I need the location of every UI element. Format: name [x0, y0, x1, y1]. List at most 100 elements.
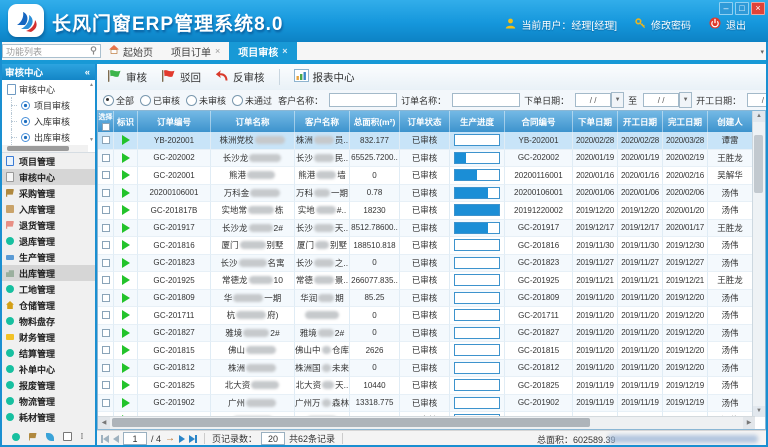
- minimize-button[interactable]: –: [719, 2, 733, 15]
- table-row[interactable]: GC-201711杭府)0已审核GC-2017112019/11/202019/…: [98, 307, 753, 325]
- tree-root-node[interactable]: 审核中心: [0, 80, 95, 97]
- logout-link[interactable]: 退出: [726, 17, 746, 32]
- table-row[interactable]: GC-201827雅境2#雅境2#0已审核GC-2018272019/11/20…: [98, 325, 753, 343]
- row-checkbox[interactable]: [102, 329, 110, 337]
- table-row[interactable]: GC-201817B实地常栋实地#..18230已审核2019122000220…: [98, 202, 753, 220]
- book-icon[interactable]: [63, 432, 72, 441]
- order-date-to-dropdown-icon[interactable]: ▼: [679, 92, 692, 108]
- column-header-选择[interactable]: 选择: [98, 111, 114, 132]
- tree-scroll-down-icon[interactable]: ▼: [89, 137, 94, 143]
- row-checkbox[interactable]: [102, 171, 110, 179]
- row-checkbox[interactable]: [102, 224, 110, 232]
- order-name-input[interactable]: [452, 93, 520, 107]
- row-checkbox[interactable]: [102, 399, 110, 407]
- column-header-完工日期[interactable]: 完工日期: [663, 111, 708, 132]
- sidebar-item-耗材管理[interactable]: 耗材管理: [0, 409, 95, 425]
- table-row[interactable]: GC-201816厦门别墅厦门别墅188510.818已审核GC-2018162…: [98, 237, 753, 255]
- table-row[interactable]: GC-201812株洲株洲国未来0已审核GC-2018122019/11/202…: [98, 360, 753, 378]
- column-header-开工日期[interactable]: 开工日期: [618, 111, 663, 132]
- row-checkbox[interactable]: [102, 276, 110, 284]
- sidebar-item-工地管理[interactable]: 工地管理: [0, 281, 95, 297]
- tab-close-icon[interactable]: ×: [215, 46, 220, 56]
- table-row[interactable]: GC-201809华一期华润期85.25已审核GC-2018092019/11/…: [98, 290, 753, 308]
- row-checkbox[interactable]: [102, 206, 110, 214]
- last-page-button[interactable]: [189, 435, 197, 443]
- table-row[interactable]: GC-201815佛山佛山中仓库2626已审核GC-2018152019/11/…: [98, 342, 753, 360]
- scroll-up-icon[interactable]: ▲: [753, 111, 765, 122]
- order-date-to-input[interactable]: / /: [643, 93, 679, 107]
- pin-icon[interactable]: [90, 46, 97, 57]
- sidebar-item-退货管理[interactable]: 退货管理: [0, 217, 95, 233]
- column-header-标识[interactable]: 标识: [114, 111, 138, 132]
- table-row[interactable]: GC-202002长沙龙长沙民..65525.7200..已审核GC-20200…: [98, 150, 753, 168]
- table-row[interactable]: GC-201925常德龙10常德景..266077.835..已审核GC-201…: [98, 272, 753, 290]
- sidebar-item-项目管理[interactable]: 项目管理: [0, 153, 95, 169]
- table-row[interactable]: GC-201902广州广州万森林13318.775已审核GC-201902201…: [98, 395, 753, 413]
- tree-item-项目审核[interactable]: 项目审核: [0, 97, 95, 113]
- tree-horizontal-scrollbar[interactable]: [0, 145, 88, 152]
- sidebar-item-财务管理[interactable]: 财务管理: [0, 329, 95, 345]
- column-header-订单状态[interactable]: 订单状态: [400, 111, 450, 132]
- column-header-合同编号[interactable]: 合同编号: [505, 111, 573, 132]
- column-header-总面积(m²)[interactable]: 总面积(m²): [350, 111, 400, 132]
- tab-起始页[interactable]: 起始页: [100, 42, 162, 60]
- grid-horizontal-scrollbar[interactable]: ◀ ▶: [98, 416, 755, 429]
- sidebar-item-报废管理[interactable]: 报废管理: [0, 377, 95, 393]
- table-row[interactable]: GC-201917长沙龙2#长沙天..8512.78600..已审核GC-201…: [98, 220, 753, 238]
- previous-page-button[interactable]: [113, 435, 119, 443]
- table-row[interactable]: GC-201825北大资北大资天..10440已审核GC-2018252019/…: [98, 377, 753, 395]
- tree-scrollbar-thumb[interactable]: [7, 146, 69, 151]
- tree-scroll-up-icon[interactable]: ▲: [89, 82, 94, 88]
- row-checkbox[interactable]: [102, 259, 110, 267]
- collapse-icon[interactable]: «: [85, 67, 90, 78]
- row-checkbox[interactable]: [102, 364, 110, 372]
- maximize-button[interactable]: □: [735, 2, 749, 15]
- tree-item-入库审核[interactable]: 入库审核: [0, 113, 95, 129]
- vertical-scrollbar-thumb[interactable]: [754, 135, 763, 193]
- sidebar-item-生产管理[interactable]: 生产管理: [0, 249, 95, 265]
- sidebar-item-出库管理[interactable]: 出库管理: [0, 265, 95, 281]
- 驳回-button[interactable]: 驳回: [161, 69, 201, 86]
- row-checkbox[interactable]: [102, 381, 110, 389]
- sidebar-item-退库管理[interactable]: 退库管理: [0, 233, 95, 249]
- 报表中心-button[interactable]: 报表中心: [294, 69, 355, 85]
- table-row[interactable]: GC-202001熊港熊港墙0已审核202001160012020/01/162…: [98, 167, 753, 185]
- more-icon[interactable]: ⁞: [81, 433, 84, 441]
- go-page-icon[interactable]: →: [165, 433, 175, 444]
- sidebar-item-采购管理[interactable]: 采购管理: [0, 185, 95, 201]
- column-header-客户名称[interactable]: 客户名称: [295, 111, 350, 132]
- sidebar-item-补单中心[interactable]: 补单中心: [0, 361, 95, 377]
- row-checkbox[interactable]: [102, 241, 110, 249]
- customer-name-input[interactable]: [329, 93, 397, 107]
- tab-项目订单[interactable]: 项目订单×: [162, 42, 229, 60]
- column-header-生产进度[interactable]: 生产进度: [450, 111, 505, 132]
- change-password-link[interactable]: 修改密码: [651, 17, 691, 32]
- tab-close-icon[interactable]: ×: [282, 46, 287, 56]
- page-number-input[interactable]: 1: [123, 432, 147, 445]
- radio-未审核[interactable]: [186, 95, 197, 106]
- table-row[interactable]: YB-202001株洲党校株洲员..832.177已审核YB-202001202…: [98, 132, 753, 150]
- sidebar-item-物料盘存[interactable]: 物料盘存: [0, 313, 95, 329]
- row-checkbox[interactable]: [102, 189, 110, 197]
- sidebar-item-审核中心[interactable]: 审核中心: [0, 169, 95, 185]
- horizontal-scrollbar-thumb[interactable]: [112, 418, 590, 427]
- sidebar-item-仓储管理[interactable]: 仓储管理: [0, 297, 95, 313]
- table-row[interactable]: GC-201823长沙名寓长沙之..0已审核GC-2018232019/11/2…: [98, 255, 753, 273]
- tab-项目审核[interactable]: 项目审核×: [229, 42, 296, 60]
- start-date-input[interactable]: / /: [747, 93, 768, 107]
- table-row[interactable]: 20200106001万科金万科一期0.78已审核202001060012020…: [98, 185, 753, 203]
- tree-item-出库审核[interactable]: 出库审核: [0, 129, 95, 145]
- dot-icon[interactable]: [12, 433, 20, 441]
- order-date-from-input[interactable]: / /: [575, 93, 611, 107]
- sidebar-item-入库管理[interactable]: 入库管理: [0, 201, 95, 217]
- first-page-button[interactable]: [101, 435, 109, 443]
- 反审核-button[interactable]: 反审核: [215, 69, 265, 85]
- column-header-创建人[interactable]: 创建人: [708, 111, 753, 132]
- sidebar-item-物流管理[interactable]: 物流管理: [0, 393, 95, 409]
- 审核-button[interactable]: 审核: [107, 69, 147, 86]
- radio-已审核[interactable]: [140, 95, 151, 106]
- column-header-下单日期[interactable]: 下单日期: [573, 111, 618, 132]
- tab-scroll-icon[interactable]: ▾: [760, 48, 764, 56]
- row-checkbox[interactable]: [102, 154, 110, 162]
- order-date-from-dropdown-icon[interactable]: ▼: [611, 92, 624, 108]
